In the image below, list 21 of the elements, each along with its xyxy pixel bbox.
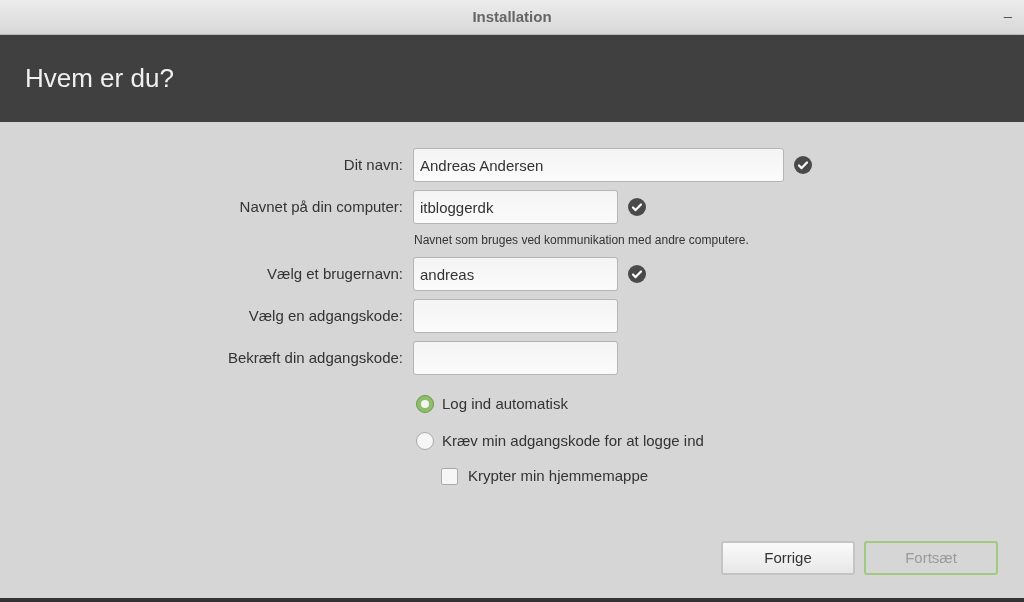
encrypt-checkbox[interactable]: Krypter min hjemmemappe	[441, 465, 1024, 488]
text-field[interactable]: itbloggerdk	[413, 190, 618, 224]
field-label: Bekræft din adgangskode:	[226, 347, 404, 368]
text-field[interactable]	[413, 299, 618, 333]
field-label: Navnet på din computer:	[238, 196, 404, 217]
minimize-button[interactable]: –	[1003, 8, 1012, 23]
field-label: Vælg en adgangskode:	[247, 305, 404, 326]
radio-option[interactable]: Kræv min adgangskode for at logge ind	[416, 429, 1024, 452]
radio-option[interactable]: Log ind automatisk	[416, 393, 1024, 416]
field-label: Dit navn:	[342, 154, 404, 175]
field-label: Vælg et brugernavn:	[266, 263, 404, 284]
text-field[interactable]	[413, 341, 618, 375]
field-hint: Navnet som bruges ved kommunikation med andre computere.	[414, 232, 750, 249]
checkmark-icon	[794, 156, 812, 174]
text-field[interactable]: Andreas Andersen	[413, 148, 784, 182]
checkmark-icon	[628, 198, 646, 216]
window-title: Installation	[472, 6, 552, 27]
text-field[interactable]: andreas	[413, 257, 618, 291]
wizard-button[interactable]: Forrige	[721, 541, 855, 575]
page-title: Hvem er du?	[25, 62, 174, 95]
checkmark-icon	[628, 265, 646, 283]
